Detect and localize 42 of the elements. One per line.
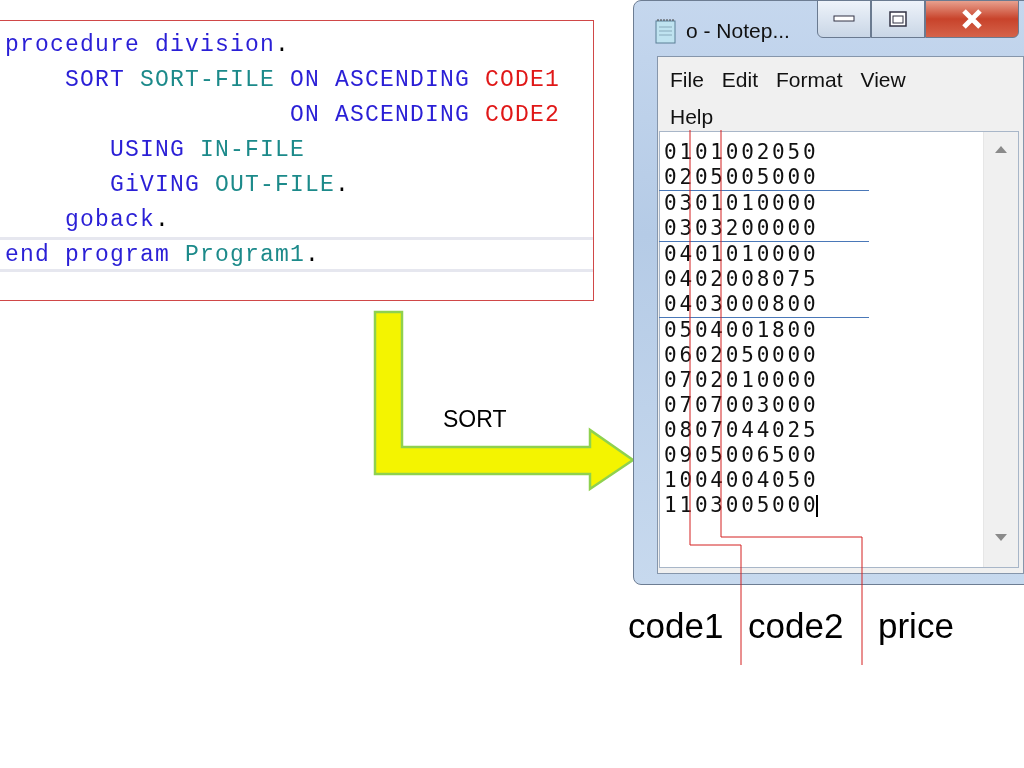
close-button[interactable] <box>925 0 1019 38</box>
text-line: 0807044025 <box>664 418 820 443</box>
text-area[interactable]: 0101002050 0205005000 0301010000 0303200000 0401010000 0402008075 0403000800 0504001800 0602050000 0702010000 0707003000 0807044025 0905006500 1004004050 1103005000 <box>659 131 1019 568</box>
minimize-button[interactable] <box>817 0 871 38</box>
menu-item[interactable]: Edit <box>721 61 759 98</box>
code-line: ON ASCENDING CODE2 <box>289 101 561 128</box>
maximize-icon <box>889 11 907 27</box>
text-line: 0301010000 <box>664 191 820 216</box>
code-line: goback. <box>64 206 171 233</box>
text-line: 0504001800 <box>664 318 820 343</box>
column-label: code2 <box>748 606 844 646</box>
code-line: procedure division. <box>5 31 291 58</box>
text-line: 0702010000 <box>664 368 820 393</box>
code-line: SORT SORT-FILE ON ASCENDING CODE1 <box>64 66 561 93</box>
text-line: 0602050000 <box>664 343 820 368</box>
arrow-label: SORT <box>443 406 507 433</box>
notepad-icon <box>654 18 678 44</box>
text-line: 0707003000 <box>664 393 820 418</box>
code-line: end program Program1. <box>5 241 321 268</box>
minimize-icon <box>833 15 855 23</box>
scroll-down-icon[interactable] <box>995 534 1007 541</box>
text-line: 0101002050 <box>664 140 820 165</box>
column-label: price <box>878 606 954 646</box>
text-line: 0403000800 <box>664 292 820 317</box>
code-line: GiVING OUT-FILE. <box>109 171 351 198</box>
window-title: o - Notep... <box>686 19 790 43</box>
menu-item[interactable]: File <box>670 61 704 98</box>
scrollbar[interactable] <box>983 132 1018 567</box>
menu-item[interactable]: View <box>860 61 906 98</box>
column-label: code1 <box>628 606 724 646</box>
text-line: 1103005000 <box>664 493 820 518</box>
text-line: 0303200000 <box>664 216 820 241</box>
text-line: 0205005000 <box>664 165 820 190</box>
scroll-up-icon[interactable] <box>995 146 1007 153</box>
text-line: 1004004050 <box>664 468 820 493</box>
close-icon <box>960 8 984 30</box>
text-line: 0402008075 <box>664 267 820 292</box>
text-line: 0905006500 <box>664 443 820 468</box>
text-line: 0401010000 <box>664 242 820 267</box>
maximize-button[interactable] <box>871 0 925 38</box>
menu-item[interactable]: Format <box>776 61 843 98</box>
code-line: USING IN-FILE <box>109 136 306 163</box>
